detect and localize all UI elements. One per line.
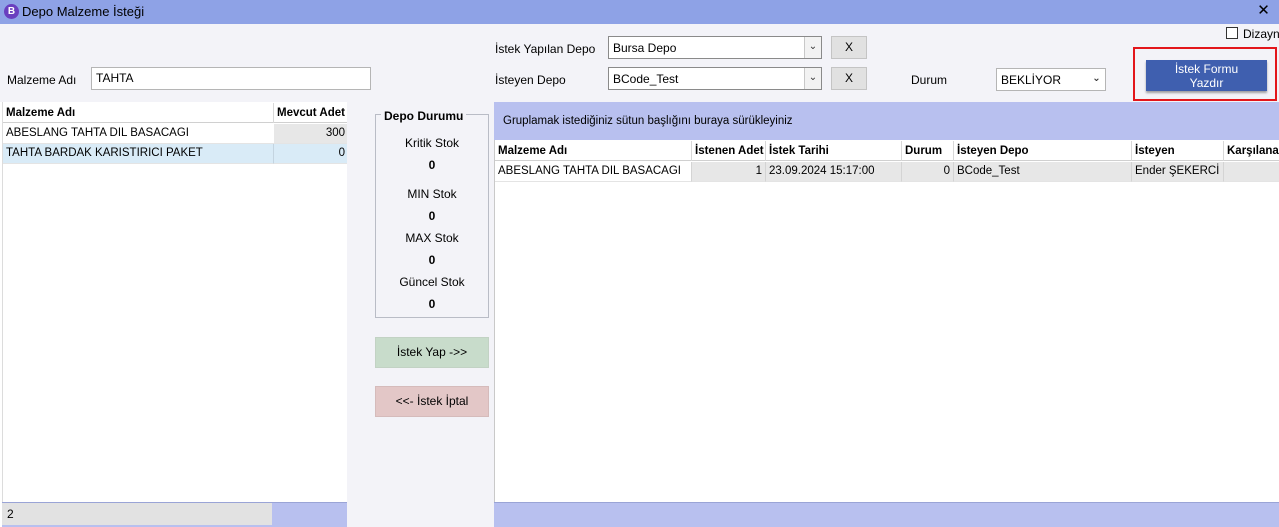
request-list-grid: Malzeme Adı İstenen Adet İstek Tarihi Du… xyxy=(494,102,1279,502)
grid-header: Malzeme Adı Mevcut Adet xyxy=(3,103,348,123)
cell-malzeme-adi: ABESLANG TAHTA DIL BASACAGI xyxy=(3,124,274,144)
print-request-form-button[interactable]: İstek Formu Yazdır xyxy=(1146,60,1267,91)
column-header-karsilanan[interactable]: Karşılanan xyxy=(1224,141,1279,161)
istek-yapilan-depo-value: Bursa Depo xyxy=(613,41,677,55)
clear-istek-yapilan-depo-button[interactable]: X xyxy=(831,36,867,59)
column-header-durum[interactable]: Durum xyxy=(902,141,954,161)
isteyen-depo-value: BCode_Test xyxy=(613,72,679,86)
guncel-stok-label: Güncel Stok xyxy=(399,275,465,289)
close-button[interactable]: ✕ xyxy=(1248,0,1279,24)
table-row[interactable]: ABESLANG TAHTA DIL BASACAGI 300 xyxy=(3,124,348,144)
cell-malzeme-adi: TAHTA BARDAK KARISTIRICI PAKET xyxy=(3,144,274,164)
window-title: Depo Malzeme İsteği xyxy=(22,4,145,19)
istek-yap-button[interactable]: İstek Yap ->> xyxy=(375,337,489,368)
column-header-isteyen-depo[interactable]: İsteyen Depo xyxy=(954,141,1132,161)
max-stok-label: MAX Stok xyxy=(405,231,459,245)
cell-isteyen-depo: BCode_Test xyxy=(954,162,1132,182)
guncel-stok-value: 0 xyxy=(428,297,436,311)
durum-select[interactable]: BEKLİYOR ⌄ xyxy=(996,68,1106,91)
print-button-line2: Yazdır xyxy=(1189,76,1224,90)
durum-value: BEKLİYOR xyxy=(1001,73,1062,87)
cell-karsilanan xyxy=(1224,162,1279,182)
title-bar xyxy=(0,0,1279,24)
isteyen-depo-label: İsteyen Depo xyxy=(495,73,566,87)
column-header-istenen-adet[interactable]: İstenen Adet xyxy=(692,141,766,161)
print-button-line1: İstek Formu xyxy=(1174,62,1239,76)
cell-istek-tarihi: 23.09.2024 15:17:00 xyxy=(766,162,902,182)
depo-durumu-title: Depo Durumu xyxy=(381,109,467,123)
isteyen-depo-select[interactable]: BCode_Test ⌄ xyxy=(608,67,822,90)
cell-malzeme-adi: ABESLANG TAHTA DIL BASACAGI xyxy=(495,162,692,182)
cell-durum: 0 xyxy=(902,162,954,182)
min-stok-value: 0 xyxy=(428,209,436,223)
table-row[interactable]: ABESLANG TAHTA DIL BASACAGI 1 23.09.2024… xyxy=(495,162,1279,182)
cell-isteyen: Ender ŞEKERCİ xyxy=(1132,162,1224,182)
istek-yapilan-depo-label: İstek Yapılan Depo xyxy=(495,42,596,56)
cell-mevcut-adet: 0 xyxy=(274,144,348,164)
chevron-down-icon[interactable]: ⌄ xyxy=(1088,69,1105,90)
cell-mevcut-adet: 300 xyxy=(274,124,348,144)
chevron-down-icon[interactable]: ⌄ xyxy=(804,37,821,58)
group-by-drop-area[interactable]: Gruplamak istediğiniz sütun başlığını bu… xyxy=(494,102,1279,140)
chevron-down-icon[interactable]: ⌄ xyxy=(804,68,821,89)
clear-isteyen-depo-button[interactable]: X xyxy=(831,67,867,90)
material-list-grid: Malzeme Adı Mevcut Adet ABESLANG TAHTA D… xyxy=(2,102,348,502)
grid-header: Malzeme Adı İstenen Adet İstek Tarihi Du… xyxy=(495,141,1279,161)
malzeme-adi-label: Malzeme Adı xyxy=(7,73,77,87)
dizayn-label: Dizayn xyxy=(1243,27,1279,41)
max-stok-value: 0 xyxy=(428,253,436,267)
dizayn-checkbox[interactable] xyxy=(1226,27,1238,39)
istek-iptal-button[interactable]: <<- İstek İptal xyxy=(375,386,489,417)
right-grid-footer xyxy=(494,502,1279,527)
column-header-malzeme-adi[interactable]: Malzeme Adı xyxy=(495,141,692,161)
column-header-malzeme-adi[interactable]: Malzeme Adı xyxy=(3,103,274,123)
column-header-mevcut-adet[interactable]: Mevcut Adet xyxy=(274,103,348,123)
min-stok-label: MIN Stok xyxy=(407,187,457,201)
cell-istenen-adet: 1 xyxy=(692,162,766,182)
app-logo-icon: B xyxy=(4,4,19,19)
column-header-istek-tarihi[interactable]: İstek Tarihi xyxy=(766,141,902,161)
durum-label: Durum xyxy=(911,73,948,87)
kritik-stok-label: Kritik Stok xyxy=(404,136,459,150)
kritik-stok-value: 0 xyxy=(428,158,436,172)
row-count: 2 xyxy=(2,503,272,525)
column-header-isteyen[interactable]: İsteyen xyxy=(1132,141,1224,161)
malzeme-adi-input[interactable]: TAHTA xyxy=(91,67,371,90)
istek-yapilan-depo-select[interactable]: Bursa Depo ⌄ xyxy=(608,36,822,59)
table-row-selected[interactable]: TAHTA BARDAK KARISTIRICI PAKET 0 xyxy=(3,144,348,164)
